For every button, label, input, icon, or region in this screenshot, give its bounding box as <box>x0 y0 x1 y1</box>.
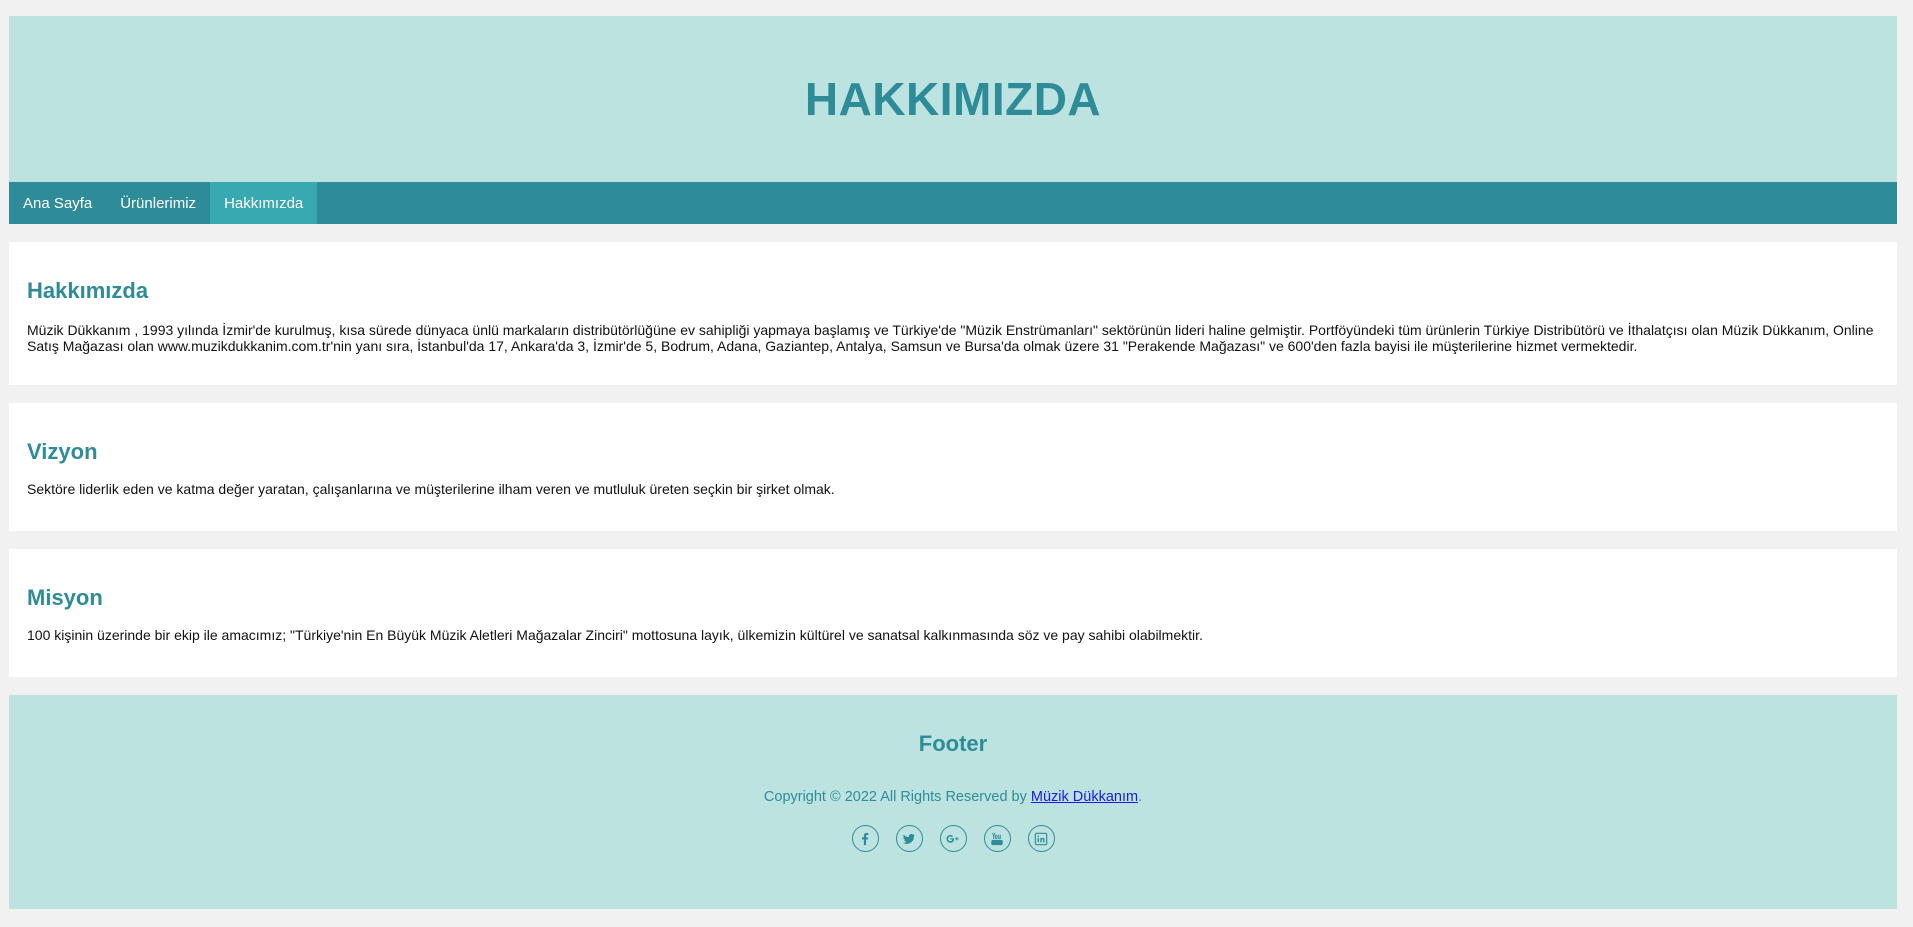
twitter-icon[interactable] <box>895 825 923 852</box>
mission-section: Misyon 100 kişinin üzerinde bir ekip ile… <box>9 549 1897 677</box>
page-footer: Footer Copyright © 2022 All Rights Reser… <box>9 695 1897 909</box>
copyright-prefix: Copyright © 2022 All Rights Reserved by <box>763 789 1031 805</box>
vision-text: Sektöre liderlik eden ve katma değer yar… <box>27 481 835 497</box>
page-title: HAKKIMIZDA <box>804 73 1102 125</box>
main-nav: Ana Sayfa Ürünlerimiz Hakkımızda <box>9 182 1897 224</box>
about-text: Müzik Dükkanım , 1993 yılında İzmir'de k… <box>27 322 1874 354</box>
about-heading: Hakkımızda <box>27 278 149 303</box>
copyright-link[interactable]: Müzik Dükkanım <box>1031 789 1138 805</box>
page-container: HAKKIMIZDA Ana Sayfa Ürünlerimiz Hakkımı… <box>9 16 1897 909</box>
copyright-suffix: . <box>1138 789 1143 805</box>
footer-title: Footer <box>918 731 988 756</box>
page-header: HAKKIMIZDA <box>9 16 1897 182</box>
facebook-icon[interactable] <box>851 825 879 852</box>
vision-section: Vizyon Sektöre liderlik eden ve katma de… <box>9 403 1897 531</box>
about-section: Hakkımızda Müzik Dükkanım , 1993 yılında… <box>9 242 1897 385</box>
nav-item-home[interactable]: Ana Sayfa <box>9 182 106 224</box>
nav-item-products[interactable]: Ürünlerimiz <box>106 182 210 224</box>
google-plus-icon[interactable] <box>939 825 967 852</box>
social-links <box>9 825 1897 852</box>
nav-item-about[interactable]: Hakkımızda <box>210 182 318 224</box>
copyright-text: Copyright © 2022 All Rights Reserved by … <box>9 789 1897 805</box>
linkedin-icon[interactable] <box>1027 825 1055 852</box>
mission-heading: Misyon <box>27 585 103 610</box>
mission-text: 100 kişinin üzerinde bir ekip ile amacım… <box>27 627 1203 643</box>
vision-heading: Vizyon <box>27 439 98 464</box>
youtube-icon[interactable] <box>983 825 1011 852</box>
